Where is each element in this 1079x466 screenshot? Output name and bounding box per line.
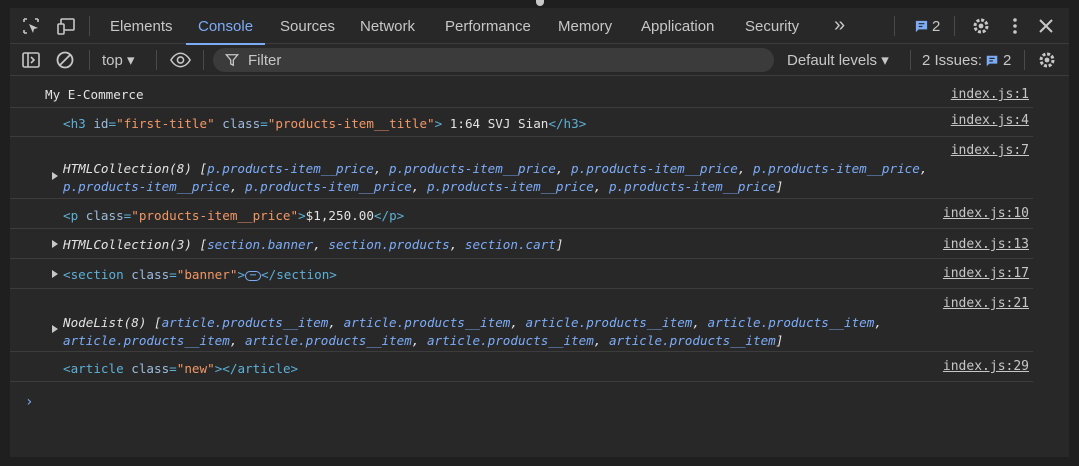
console-message: <article class="new"></article> index.js… bbox=[10, 352, 1033, 382]
tab-elements[interactable]: Elements bbox=[110, 8, 173, 44]
live-expression-eye-icon[interactable] bbox=[169, 50, 192, 70]
source-link[interactable]: index.js:21 bbox=[943, 296, 1029, 311]
inspect-element-icon[interactable] bbox=[21, 16, 41, 36]
source-link[interactable]: index.js:7 bbox=[951, 143, 1029, 158]
console-output: My E-Commerce index.js:1 <h3 id="first-t… bbox=[10, 76, 1069, 457]
source-link[interactable]: index.js:29 bbox=[943, 359, 1029, 374]
divider bbox=[89, 50, 90, 70]
filter-icon bbox=[225, 54, 239, 67]
log-levels-dropdown[interactable]: Default levels ▾ bbox=[787, 44, 889, 77]
source-link[interactable]: index.js:13 bbox=[943, 237, 1029, 252]
tab-security[interactable]: Security bbox=[745, 8, 799, 44]
divider bbox=[156, 50, 157, 70]
more-tabs-button[interactable]: » bbox=[834, 8, 845, 44]
filter-placeholder: Filter bbox=[248, 52, 282, 69]
source-link[interactable]: index.js:1 bbox=[951, 87, 1029, 102]
console-prompt[interactable]: › bbox=[25, 394, 33, 410]
tab-sources[interactable]: Sources bbox=[280, 8, 335, 44]
source-link[interactable]: index.js:4 bbox=[951, 113, 1029, 128]
console-message: index.js:21 NodeList(8) [article.product… bbox=[10, 289, 1033, 352]
divider bbox=[203, 50, 204, 70]
console-message: <h3 id="first-title" class="products-ite… bbox=[10, 108, 1033, 137]
tab-performance[interactable]: Performance bbox=[445, 8, 531, 44]
device-toolbar-icon[interactable] bbox=[56, 16, 76, 36]
source-link[interactable]: index.js:17 bbox=[943, 266, 1029, 281]
tab-network[interactable]: Network bbox=[360, 8, 415, 44]
expand-triangle-icon[interactable] bbox=[52, 270, 58, 278]
console-message: <p class="products-item__price">$1,250.0… bbox=[10, 199, 1033, 229]
window-drag-handle[interactable] bbox=[536, 0, 544, 6]
html-element-node[interactable]: <article class="new"></article> bbox=[63, 361, 298, 376]
tab-application[interactable]: Application bbox=[641, 8, 714, 44]
console-message: index.js:7 HTMLCollection(8) [p.products… bbox=[10, 137, 1033, 199]
console-toolbar: top ▾ Filter Default levels ▾ 2 Issues: … bbox=[10, 44, 1069, 76]
html-element-node[interactable]: <p class="products-item__price">$1,250.0… bbox=[63, 208, 404, 223]
javascript-context-select[interactable]: top ▾ bbox=[102, 44, 135, 76]
close-icon[interactable] bbox=[1036, 16, 1056, 36]
issues-messages-icon[interactable] bbox=[985, 54, 999, 68]
tab-console[interactable]: Console bbox=[185, 8, 266, 45]
sidebar-toggle-icon[interactable] bbox=[21, 50, 41, 70]
console-message: <section class="banner"> ⋯ </section> inde… bbox=[10, 259, 1033, 289]
expand-triangle-icon[interactable] bbox=[52, 240, 58, 248]
divider bbox=[910, 50, 911, 70]
nodelist-summary[interactable]: NodeList(8) [article.products__item, art… bbox=[63, 315, 882, 330]
html-collection-summary[interactable]: HTMLCollection(3) [section.banner, secti… bbox=[63, 237, 563, 252]
divider bbox=[954, 16, 955, 36]
html-collection-summary[interactable]: HTMLCollection(8) [p.products-item__pric… bbox=[63, 161, 927, 176]
expand-triangle-icon[interactable] bbox=[52, 172, 58, 180]
html-element-node[interactable]: <h3 id="first-title" class="products-ite… bbox=[63, 116, 586, 131]
source-link[interactable]: index.js:10 bbox=[943, 206, 1029, 221]
issues-label[interactable]: 2 Issues: bbox=[922, 44, 982, 77]
messages-icon[interactable] bbox=[914, 19, 929, 34]
collapsed-children-ellipsis[interactable]: ⋯ bbox=[245, 270, 262, 281]
settings-gear-icon[interactable] bbox=[971, 16, 991, 36]
html-element-node[interactable]: <section class="banner"> ⋯ </section> bbox=[63, 267, 337, 282]
expand-triangle-icon[interactable] bbox=[52, 325, 58, 333]
tab-memory[interactable]: Memory bbox=[558, 8, 612, 44]
divider bbox=[1024, 50, 1025, 70]
console-settings-gear-icon[interactable] bbox=[1037, 50, 1057, 70]
html-collection-summary-continued[interactable]: p.products-item__price, p.products-item_… bbox=[63, 179, 783, 194]
messages-count[interactable]: 2 bbox=[932, 8, 940, 44]
devtools-window: Elements Console Sources Network Perform… bbox=[10, 8, 1069, 457]
issues-count[interactable]: 2 bbox=[1003, 44, 1011, 77]
log-text: My E-Commerce bbox=[45, 87, 144, 102]
devtools-tab-bar: Elements Console Sources Network Perform… bbox=[10, 8, 1069, 45]
console-message: HTMLCollection(3) [section.banner, secti… bbox=[10, 229, 1033, 259]
clear-console-icon[interactable] bbox=[55, 50, 75, 70]
divider bbox=[894, 16, 895, 36]
console-message: My E-Commerce index.js:1 bbox=[10, 84, 1033, 108]
more-options-icon[interactable] bbox=[1005, 16, 1025, 36]
filter-input[interactable]: Filter bbox=[213, 48, 774, 72]
nodelist-summary-continued[interactable]: article.products__item, article.products… bbox=[63, 333, 783, 348]
divider bbox=[89, 16, 90, 36]
